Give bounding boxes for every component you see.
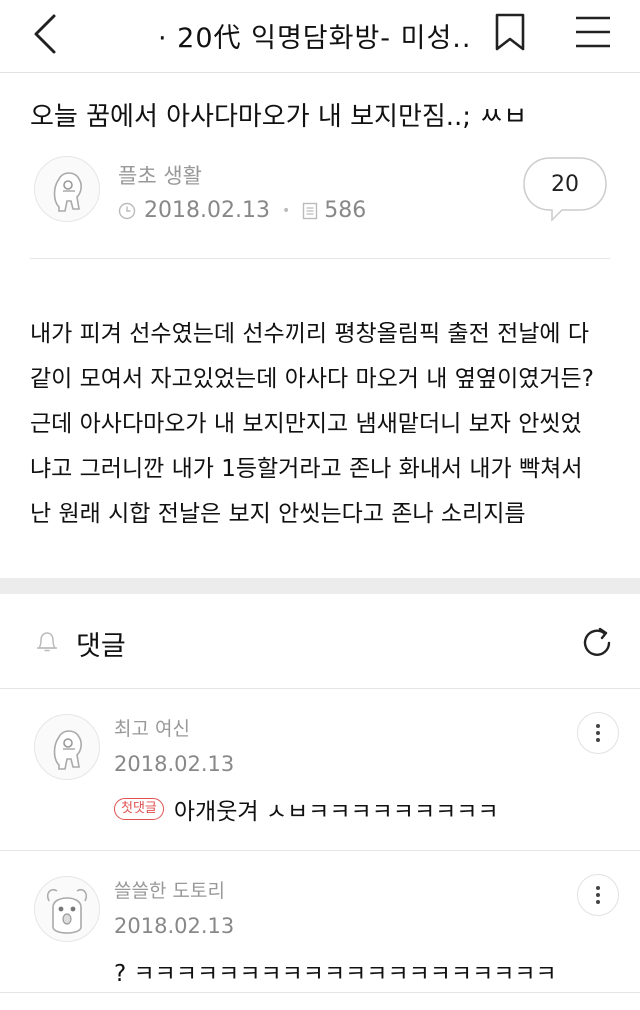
comment-text: ? ㅋㅋㅋㅋㅋㅋㅋㅋㅋㅋㅋㅋㅋㅋㅋㅋㅋㅋㅋㅋ	[114, 954, 557, 988]
header-divider	[30, 258, 610, 259]
comment-item: 최고 여신 2018.02.13 첫댓글 아개웃겨 ㅅㅂㅋㅋㅋㅋㅋㅋㅋㅋㅋ	[0, 696, 640, 850]
comments-label: 댓글	[76, 631, 126, 662]
comment-divider	[0, 850, 640, 851]
author-name[interactable]: 플초 생활	[118, 160, 202, 190]
comment-text: 첫댓글 아개웃겨 ㅅㅂㅋㅋㅋㅋㅋㅋㅋㅋㅋ	[114, 792, 499, 826]
meta-separator: •	[281, 202, 291, 219]
post-body-line: 같이 모여서 자고있었는데 아사다 마오거 내 옆옆이였거든?	[30, 366, 594, 392]
more-options-button[interactable]	[577, 712, 619, 754]
comments-header: 댓글	[0, 594, 640, 689]
first-comment-badge: 첫댓글	[114, 798, 164, 820]
comment-body: 아개웃겨 ㅅㅂㅋㅋㅋㅋㅋㅋㅋㅋㅋ	[173, 799, 499, 825]
comment-count: 20	[551, 172, 579, 197]
commenter-avatar[interactable]	[34, 876, 100, 942]
commenter-name[interactable]: 쓸쓸한 도토리	[114, 876, 225, 903]
more-options-button[interactable]	[577, 874, 619, 916]
comment-body: ? ㅋㅋㅋㅋㅋㅋㅋㅋㅋㅋㅋㅋㅋㅋㅋㅋㅋㅋㅋㅋ	[114, 961, 557, 987]
post-date: 2018.02.13	[144, 198, 270, 223]
refresh-icon[interactable]	[578, 624, 616, 662]
comment-date: 2018.02.13	[114, 752, 235, 776]
comment-count-bubble[interactable]: 20	[522, 156, 608, 222]
clock-icon	[118, 202, 136, 219]
post-body-line: 내가 피겨 선수였는데 선수끼리 평창올림픽 출전 전날에 다	[30, 321, 590, 347]
back-chevron-icon[interactable]	[28, 12, 68, 56]
comment-date: 2018.02.13	[114, 914, 235, 938]
hamburger-menu-icon[interactable]	[574, 14, 612, 50]
author-avatar[interactable]	[34, 156, 100, 222]
top-bar: · 20代 익명담화방- 미성..	[0, 0, 640, 73]
view-count: 586	[324, 198, 367, 223]
bookmark-icon[interactable]	[492, 12, 528, 52]
post-body-line: 난 원래 시합 전날은 보지 안씻는다고 존나 소리지름	[30, 501, 526, 527]
post-meta: 2018.02.13 • 586	[118, 198, 366, 223]
post-title: 오늘 꿈에서 아사다마오가 내 보지만짐..; ㅆㅂ	[30, 102, 528, 132]
commenter-name[interactable]: 최고 여신	[114, 714, 190, 741]
document-icon	[303, 202, 318, 219]
section-divider	[0, 578, 640, 594]
bell-icon[interactable]	[34, 630, 60, 654]
comment-item: 쓸쓸한 도토리 2018.02.13 ? ㅋㅋㅋㅋㅋㅋㅋㅋㅋㅋㅋㅋㅋㅋㅋㅋㅋㅋㅋ…	[0, 858, 640, 992]
room-title[interactable]: · 20代 익명담화방- 미성..	[158, 16, 471, 55]
comment-divider	[0, 992, 640, 993]
post-body-line: 냐고 그러니깐 내가 1등할거라고 존나 화내서 내가 빡쳐서	[30, 456, 583, 482]
post-body: 내가 피겨 선수였는데 선수끼리 평창올림픽 출전 전날에 다 같이 모여서 자…	[30, 312, 620, 537]
post-body-line: 근데 아사다마오가 내 보지만지고 냄새맡더니 보자 안씻었	[30, 411, 582, 437]
commenter-avatar[interactable]	[34, 714, 100, 780]
